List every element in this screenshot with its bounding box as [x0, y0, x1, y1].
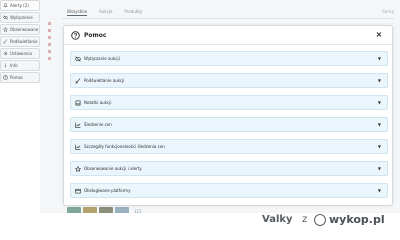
section-label: Wyłączanie aukcji [84, 56, 120, 61]
sidebar: Alerty (2) Wyłączenie Obserwowane Podświ… [0, 0, 40, 83]
section-price-tracking[interactable]: Śledzenie cen ▼ [70, 117, 388, 132]
sidebar-item-alerts[interactable]: Alerty (2) [0, 0, 40, 11]
sidebar-item-info[interactable]: Info [0, 60, 40, 71]
sidebar-item-label: Pomoc [10, 75, 24, 80]
eye-off-icon [75, 55, 81, 62]
section-supported-platforms[interactable]: Obsługiwane platformy ▼ [70, 183, 388, 198]
sidebar-item-label: Ustawienia [10, 51, 32, 56]
star-icon [75, 165, 81, 172]
section-highlight-auctions[interactable]: Podświetlanie aukcji ▼ [70, 73, 388, 88]
section-label: Podświetlanie aukcji [84, 78, 125, 83]
watermark-connector: z [302, 214, 308, 225]
section-auction-notes[interactable]: Notatki aukcji ▼ [70, 95, 388, 110]
brush-icon [75, 77, 81, 84]
info-icon [3, 63, 8, 68]
brush-icon [3, 39, 8, 44]
background-tabs: Wszystkie Aukcje Produkty [67, 9, 142, 16]
platform-icon [75, 188, 81, 194]
caret-down-icon: ▼ [377, 100, 381, 105]
caret-down-icon: ▼ [377, 188, 381, 193]
section-label: Szczegóły funkcjonalności śledzenia cen [84, 144, 165, 149]
chart-icon [75, 122, 81, 128]
background-tab[interactable]: Wszystkie [67, 9, 88, 16]
sidebar-item-label: Wyłączenie [10, 15, 33, 20]
section-label: Notatki aukcji [84, 100, 112, 105]
sidebar-item-settings[interactable]: Ustawienia [0, 48, 40, 59]
caret-down-icon: ▼ [377, 56, 381, 61]
section-disable-auctions[interactable]: Wyłączanie aukcji ▼ [70, 51, 388, 66]
section-watch-and-alerts[interactable]: Obserwowanie aukcji i alerty ▼ [70, 161, 388, 176]
wykop-logo-icon [314, 214, 326, 226]
sidebar-item-label: Podświetlanie [10, 39, 38, 44]
background-tab[interactable]: Produkty [124, 9, 142, 16]
section-label: Obsługiwane platformy [84, 188, 131, 193]
section-label: Śledzenie cen [84, 122, 112, 127]
page: Wszystkie Aukcje Produkty Sortuj 115 Ale… [0, 0, 400, 234]
eye-off-icon [3, 15, 8, 20]
background-badges [48, 22, 52, 82]
sidebar-item-label: Info [10, 63, 18, 68]
sidebar-item-disable[interactable]: Wyłączenie [0, 12, 40, 23]
caret-down-icon: ▼ [377, 78, 381, 83]
section-price-tracking-details[interactable]: Szczegóły funkcjonalności śledzenia cen … [70, 139, 388, 154]
caret-down-icon: ▼ [377, 144, 381, 149]
sidebar-item-label: Alerty (2) [10, 3, 29, 8]
background-sort-label[interactable]: Sortuj [382, 9, 394, 14]
caret-down-icon: ▼ [377, 122, 381, 127]
sidebar-item-help[interactable]: Pomoc [0, 72, 40, 83]
close-button[interactable]: × [374, 30, 384, 40]
help-sections: Wyłączanie aukcji ▼ Podświetlanie aukcji… [70, 51, 388, 205]
help-modal: Pomoc × Wyłączanie aukcji ▼ Podświetlani… [63, 25, 393, 206]
sidebar-item-highlight[interactable]: Podświetlanie [0, 36, 40, 47]
sidebar-item-label: Obserwowane [10, 27, 39, 32]
gear-icon [3, 51, 8, 56]
star-icon [3, 27, 8, 32]
divider [62, 18, 394, 19]
background-tab[interactable]: Aukcje [99, 9, 112, 16]
watermark-site: wykop.pl [329, 213, 385, 226]
sidebar-item-watched[interactable]: Obserwowane [0, 24, 40, 35]
modal-header: Pomoc × [64, 26, 392, 45]
modal-title: Pomoc [84, 31, 107, 39]
help-icon [3, 75, 8, 80]
bell-icon [3, 3, 8, 8]
watermark-user: Valky [262, 214, 293, 225]
section-label: Obserwowanie aukcji i alerty [84, 166, 142, 171]
caret-down-icon: ▼ [377, 166, 381, 171]
note-icon [75, 100, 81, 106]
chart-icon [75, 144, 81, 150]
help-icon [71, 30, 80, 40]
